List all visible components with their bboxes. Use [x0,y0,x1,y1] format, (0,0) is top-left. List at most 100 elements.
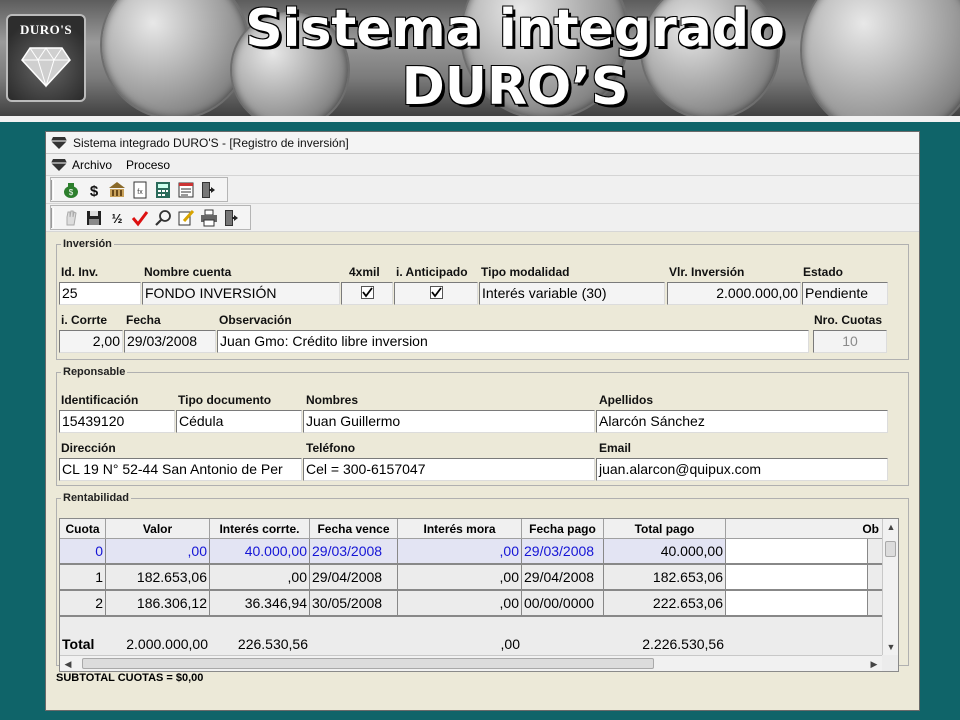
toolbar-grip[interactable] [51,207,54,228]
tipo-documento-field[interactable]: Cédula [176,410,302,433]
cell-fecha-pago: 29/03/2008 [522,539,604,563]
menu-archivo[interactable]: Archivo [72,158,112,172]
fecha-field[interactable]: 29/03/2008 [124,330,216,353]
cell-total: 222.653,06 [604,591,726,615]
label-identificacion: Identificación [61,393,139,407]
4xmil-checkbox[interactable] [360,286,374,299]
id-inv-field[interactable]: 25 [59,282,141,305]
exit-door-icon [225,209,238,226]
svg-text:½: ½ [112,211,123,226]
scroll-down-icon[interactable]: ▼ [883,639,899,655]
col-interes-corrte[interactable]: Interés corrte. [210,519,310,539]
cell-cuota: 2 [60,591,106,615]
checkmark-icon [361,287,373,298]
cell-obs[interactable] [726,565,868,589]
slide-title-line2: DURO’S [401,57,629,117]
dollar-button[interactable]: $ [83,179,105,201]
print-icon [201,209,217,226]
vlr-inversion-field[interactable]: 2.000.000,00 [667,282,801,305]
cell-obs[interactable] [726,539,868,563]
svg-text:fx: fx [137,189,143,196]
exit-button[interactable] [221,207,243,229]
diamond-icon [21,47,71,88]
totals-row: Total 2.000.000,00 226.530,56 ,00 2.226.… [60,631,898,657]
exit-button[interactable] [198,179,220,201]
scroll-thumb-vertical[interactable] [885,541,896,557]
money-bag-button[interactable]: $ [60,179,82,201]
grid-horizontal-scrollbar[interactable]: ◀ ▶ [60,655,882,671]
observacion-field[interactable]: Juan Gmo: Crédito libre inversion [217,330,809,353]
cell-total: 40.000,00 [604,539,726,563]
estado-field[interactable]: Pendiente [802,282,888,305]
scroll-up-icon[interactable]: ▲ [883,519,899,535]
i-corrte-field[interactable]: 2,00 [59,330,123,353]
cell-fecha-pago: 29/04/2008 [522,565,604,589]
save-button[interactable] [83,207,105,229]
document-fx-icon: fx [133,181,147,198]
direccion-field[interactable]: CL 19 N° 52-44 San Antonio de Per [59,458,302,481]
cell-cuota: 1 [60,565,106,589]
formula-document-button[interactable]: fx [129,179,151,201]
tipo-modalidad-field[interactable]: Interés variable (30) [479,282,665,305]
table-row[interactable]: 1 182.653,06 ,00 29/04/2008 ,00 29/04/20… [60,565,898,591]
nombres-field[interactable]: Juan Guillermo [303,410,595,433]
responsable-legend: Reponsable [63,366,126,378]
apellidos-field[interactable]: Alarcón Sánchez [596,410,888,433]
scroll-thumb-horizontal[interactable] [82,658,654,669]
cell-interes: ,00 [210,565,310,589]
label-i-corrte: i. Corrte [61,313,108,327]
edit-icon [178,209,195,225]
print-button[interactable] [198,207,220,229]
menu-bar: Archivo Proceso [46,154,919,176]
nombre-cuenta-field[interactable]: FONDO INVERSIÓN [142,282,340,305]
calculator-button[interactable] [152,179,174,201]
bank-button[interactable] [106,179,128,201]
col-fecha-pago[interactable]: Fecha pago [522,519,604,539]
search-button[interactable] [152,207,174,229]
col-cuota[interactable]: Cuota [60,519,106,539]
table-row[interactable]: 0 ,00 40.000,00 29/03/2008 ,00 29/03/200… [60,539,898,565]
identificacion-field[interactable]: 15439120 [59,410,175,433]
telefono-field[interactable]: Cel = 300-6157047 [303,458,595,481]
cell-fecha-vence: 30/05/2008 [310,591,398,615]
label-tipo-documento: Tipo documento [178,393,272,407]
anticipado-checkbox-cell [394,282,478,305]
label-fecha: Fecha [126,313,161,327]
nro-cuotas-field[interactable]: 10 [813,330,887,353]
cell-mora: ,00 [398,565,522,589]
slide-title: Sistema integrado DURO’S [120,0,910,116]
scroll-right-icon[interactable]: ▶ [866,656,882,672]
cell-valor: 186.306,12 [106,591,210,615]
col-total-pago[interactable]: Total pago [604,519,726,539]
col-observacion[interactable]: Ob [726,519,884,539]
table-row[interactable]: 2 186.306,12 36.346,94 30/05/2008 ,00 00… [60,591,898,617]
edit-button[interactable] [175,207,197,229]
menu-proceso[interactable]: Proceso [126,158,170,172]
cell-obs[interactable] [726,591,868,615]
scroll-left-icon[interactable]: ◀ [60,656,76,672]
report-icon [178,182,194,197]
anticipado-checkbox[interactable] [429,286,443,299]
cell-valor: 182.653,06 [106,565,210,589]
col-valor[interactable]: Valor [106,519,210,539]
diamond-icon[interactable] [50,158,68,172]
percent-icon: ½ [112,211,123,226]
email-field[interactable]: juan.alarcon@quipux.com [596,458,888,481]
col-fecha-vence[interactable]: Fecha vence [310,519,398,539]
report-button[interactable] [175,179,197,201]
grid-vertical-scrollbar[interactable]: ▲ ▼ [882,519,898,655]
label-email: Email [599,441,632,455]
label-id-inv: Id. Inv. [61,265,99,279]
hand-button[interactable] [60,207,82,229]
col-interes-mora[interactable]: Interés mora [398,519,522,539]
percent-button[interactable]: ½ [106,207,128,229]
toolbar-grip[interactable] [51,179,54,200]
window-titlebar[interactable]: Sistema integrado DURO'S - [Registro de … [46,132,919,154]
label-tipo-modalidad: Tipo modalidad [481,265,570,279]
approve-button[interactable] [129,207,151,229]
cell-interes: 36.346,94 [210,591,310,615]
bank-icon [109,181,125,197]
toolbar-main-frame: $ $ fx [50,177,228,202]
slide-title-line1: Sistema integrado [245,0,785,59]
toolbar-edit: ½ [46,204,919,232]
